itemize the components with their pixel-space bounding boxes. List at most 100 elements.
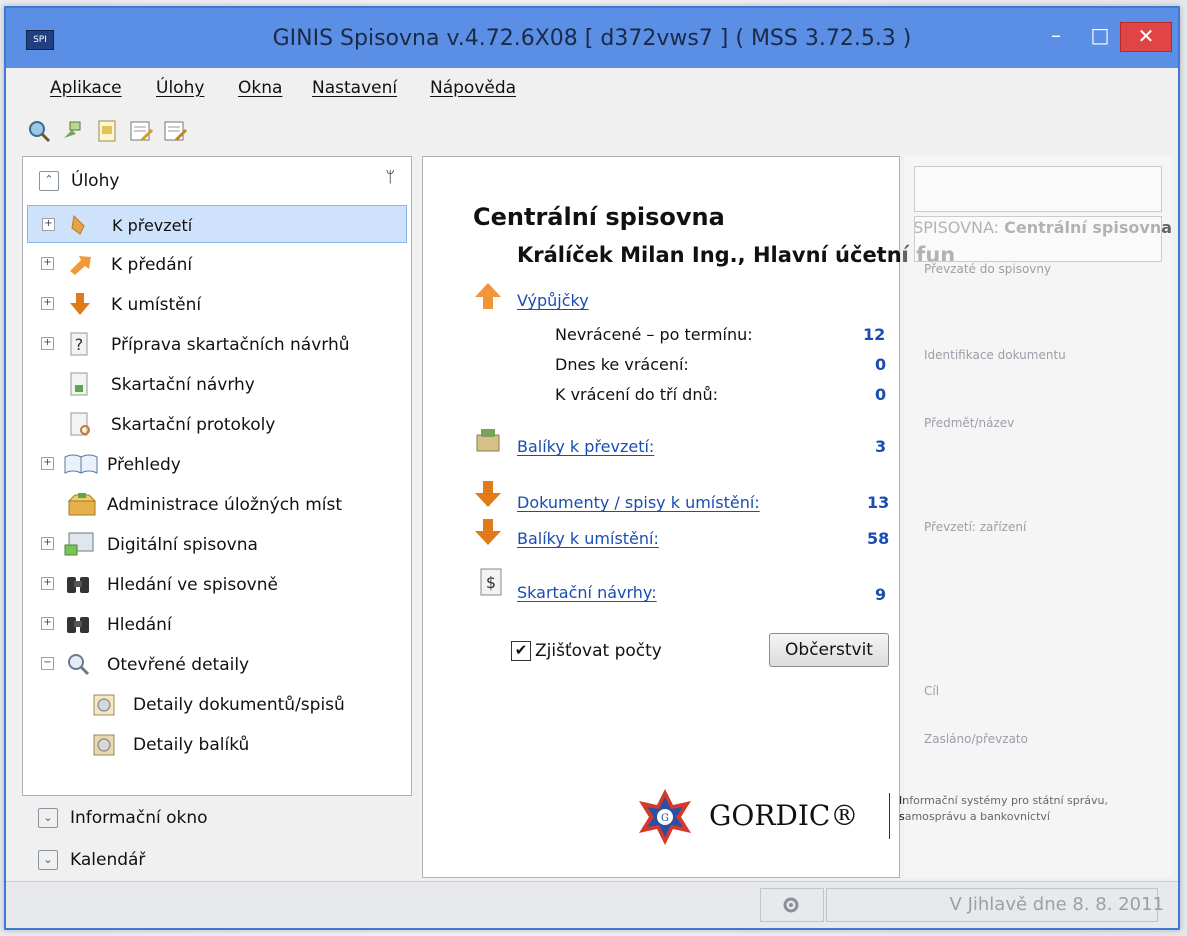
nevracene-count: 12 — [863, 325, 886, 344]
background-field — [914, 216, 1162, 262]
tree-item-detaily-dokumentu-spisu[interactable]: Detaily dokumentů/spisů — [23, 685, 411, 723]
tasks-panel-title: Úlohy — [71, 171, 120, 191]
tree-item-label: Hledání — [107, 615, 172, 635]
document-icon — [70, 372, 88, 396]
baliky-k-umisteni-link[interactable]: Balíky k umístění: — [517, 529, 659, 548]
section-informacni-okno[interactable]: ⌄ Informační okno — [22, 798, 412, 838]
tree-item-administrace-ulozenych-mist[interactable]: Administrace úložných míst — [23, 485, 411, 523]
collapse-up-icon[interactable]: ⌃ — [39, 171, 59, 191]
expand-plus-icon[interactable]: + — [41, 537, 54, 550]
dnes-ke-vraceni-label: Dnes ke vrácení: — [555, 355, 689, 374]
menu-okna[interactable]: Okna — [238, 78, 282, 98]
tree-item-label: Hledání ve spisovně — [107, 575, 278, 595]
expand-plus-icon[interactable]: + — [41, 457, 54, 470]
expand-plus-icon[interactable]: + — [41, 257, 54, 270]
title-bar[interactable]: SPI GINIS Spisovna v.4.72.6X08 [ d372vws… — [6, 8, 1178, 68]
pin-icon[interactable]: ᛘ — [385, 167, 395, 186]
tree-item-label: K umístění — [111, 295, 202, 315]
tree-item-priprava-skartacnich-navrhu[interactable]: + ? Příprava skartačních návrhů — [23, 325, 411, 363]
tree-item-label: Detaily balíků — [133, 735, 250, 755]
settings-gear-icon[interactable] — [781, 895, 801, 915]
skartacni-navrhy-count: 9 — [875, 585, 887, 604]
expand-plus-icon[interactable]: + — [42, 218, 55, 231]
menu-aplikace[interactable]: Aplikace — [50, 78, 122, 98]
k-vraceni-label: K vrácení do tří dnů: — [555, 385, 718, 404]
question-document-icon: ? — [70, 332, 88, 356]
baliky-k-prevzeti-count: 3 — [875, 437, 887, 456]
document-icon[interactable] — [94, 118, 120, 144]
minimize-button[interactable]: – — [1034, 22, 1078, 50]
detail-package-icon — [93, 734, 115, 756]
dokumenty-k-umisteni-count: 13 — [867, 493, 890, 512]
tree-item-skartacni-navrhy[interactable]: Skartační návrhy — [23, 365, 411, 403]
tree-item-label: Přehledy — [107, 455, 181, 475]
search-magnifier-icon[interactable] — [26, 118, 52, 144]
pin-icon[interactable] — [58, 118, 84, 144]
tree-item-hledani-ve-spisovne[interactable]: + Hledání ve spisovně — [23, 565, 411, 603]
tree-item-detaily-baliku[interactable]: Detaily balíků — [23, 725, 411, 763]
tree-item-label: Příprava skartačních návrhů — [111, 335, 350, 355]
expand-plus-icon[interactable]: + — [41, 577, 54, 590]
section-label: Kalendář — [70, 850, 146, 870]
arrow-down-icon — [475, 481, 501, 507]
tree-item-label: K předání — [111, 255, 193, 275]
digital-archive-icon — [64, 532, 94, 556]
list-edit-icon[interactable] — [128, 118, 154, 144]
status-text: V Jihlavě dne 8. 8. 2011 — [949, 894, 1164, 915]
tasks-panel-header: ⌃ Úlohy ᛘ — [23, 157, 411, 201]
hand-arrow-icon — [71, 214, 85, 235]
list-check-icon[interactable] — [162, 118, 188, 144]
menu-ulohy[interactable]: Úlohy — [156, 78, 204, 98]
svg-text:$: $ — [486, 573, 496, 592]
menu-bar: Aplikace Úlohy Okna Nastavení Nápověda — [6, 70, 1178, 104]
box-icon — [67, 493, 97, 516]
maximize-button[interactable]: □ — [1078, 22, 1122, 50]
background-text: Předmět/název — [924, 416, 1015, 430]
tree-item-label: K převzetí — [112, 216, 193, 235]
arrow-down-icon — [70, 293, 90, 315]
book-icon — [64, 454, 98, 474]
chevron-down-icon[interactable]: ⌄ — [38, 850, 58, 870]
baliky-k-prevzeti-link[interactable]: Balíky k převzetí: — [517, 437, 654, 456]
expand-plus-icon[interactable]: + — [41, 617, 54, 630]
tree-item-k-umisteni[interactable]: + K umístění — [23, 285, 411, 323]
magnifier-icon — [68, 654, 90, 676]
toolbar: SPISOVNA: Centrální spisovna — [6, 108, 1178, 237]
chevron-down-icon[interactable]: ⌄ — [38, 808, 58, 828]
section-kalendar[interactable]: ⌄ Kalendář — [22, 840, 412, 880]
dokumenty-k-umisteni-link[interactable]: Dokumenty / spisy k umístění: — [517, 493, 760, 512]
tree-item-prehledy[interactable]: + Přehledy — [23, 445, 411, 483]
tasks-panel: ⌃ Úlohy ᛘ + K převzetí + K předání + K u… — [22, 156, 412, 796]
tree-item-label: Skartační protokoly — [111, 415, 276, 435]
tree-item-k-predani[interactable]: + K předání — [23, 245, 411, 283]
collapse-minus-icon[interactable]: − — [41, 657, 54, 670]
tree-item-otevrene-detaily[interactable]: − Otevřené detaily — [23, 645, 411, 683]
tree-item-digitalni-spisovna[interactable]: + Digitální spisovna — [23, 525, 411, 563]
dollar-document-icon: $ — [480, 568, 502, 596]
close-button[interactable]: ✕ — [1120, 22, 1172, 52]
expand-plus-icon[interactable]: + — [41, 337, 54, 350]
logo-divider — [889, 793, 890, 839]
menu-napoveda[interactable]: Nápověda — [430, 78, 516, 98]
zjistovat-pocty-label[interactable]: Zjišťovat počty — [535, 641, 662, 661]
app-window: SPI GINIS Spisovna v.4.72.6X08 [ d372vws… — [4, 6, 1180, 930]
document-search-icon — [70, 412, 90, 436]
tree-item-hledani[interactable]: + Hledání — [23, 605, 411, 643]
binoculars-icon — [67, 577, 89, 593]
expand-plus-icon[interactable]: + — [41, 297, 54, 310]
zjistovat-pocty-checkbox[interactable]: ✔ — [511, 641, 531, 661]
background-document-pane: Identifikace dokumentu Převzetí: zařízen… — [904, 156, 1172, 878]
vypujcky-link[interactable]: Výpůjčky — [517, 291, 589, 310]
tree-item-k-prevzeti[interactable]: + K převzetí — [27, 205, 407, 243]
nevracene-label: Nevrácené – po termínu: — [555, 325, 753, 344]
tree-item-skartacni-protokoly[interactable]: Skartační protokoly — [23, 405, 411, 443]
tree-item-label: Otevřené detaily — [107, 655, 250, 675]
refresh-button[interactable]: Občerstvit — [769, 633, 889, 667]
status-bar: V Jihlavě dne 8. 8. 2011 — [6, 881, 1178, 928]
window-title: GINIS Spisovna v.4.72.6X08 [ d372vws7 ] … — [272, 26, 912, 51]
page-title: Centrální spisovna — [473, 203, 725, 231]
menu-nastaveni[interactable]: Nastavení — [312, 78, 397, 98]
skartacni-navrhy-link[interactable]: Skartační návrhy: — [517, 583, 657, 602]
tree-item-label: Administrace úložných míst — [107, 495, 343, 515]
background-text: Převzetí: zařízení — [924, 520, 1027, 534]
